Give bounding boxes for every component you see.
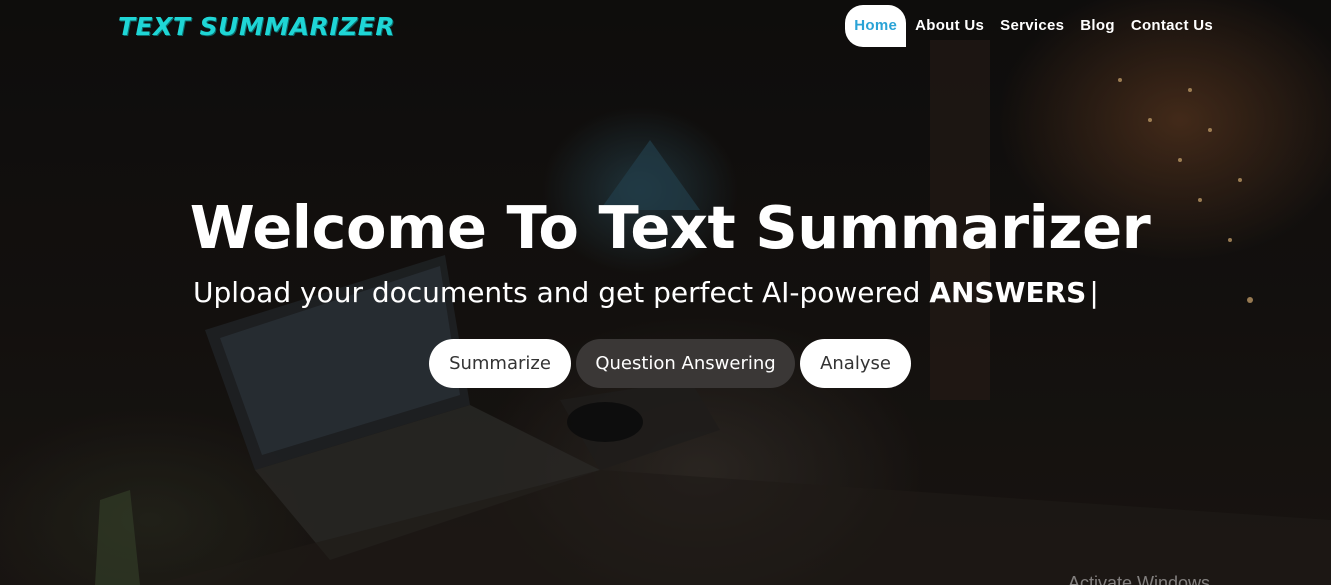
nav-about-us[interactable]: About Us — [907, 5, 992, 47]
hero-subtitle: Upload your documents and get perfect AI… — [193, 276, 1099, 309]
typing-cursor: | — [1089, 276, 1099, 309]
nav-home[interactable]: Home — [845, 5, 907, 47]
question-answering-button[interactable]: Question Answering — [576, 339, 795, 388]
typed-word: ANSWERS — [929, 276, 1087, 309]
hero-actions: Summarize Question Answering Analyse — [429, 339, 911, 388]
hero-title: Welcome To Text Summarizer — [189, 193, 1151, 262]
nav-services[interactable]: Services — [992, 5, 1072, 47]
summarize-button[interactable]: Summarize — [429, 339, 571, 388]
hero-subtitle-text: Upload your documents and get perfect AI… — [193, 276, 921, 309]
main-nav: Home About Us Services Blog Contact Us — [845, 5, 1221, 47]
site-logo[interactable]: TEXT SUMMARIZER — [118, 12, 395, 41]
analyse-button[interactable]: Analyse — [800, 339, 911, 388]
activate-windows-watermark: Activate Windows — [1068, 573, 1211, 585]
nav-blog[interactable]: Blog — [1072, 5, 1123, 47]
nav-contact-us[interactable]: Contact Us — [1123, 5, 1221, 47]
